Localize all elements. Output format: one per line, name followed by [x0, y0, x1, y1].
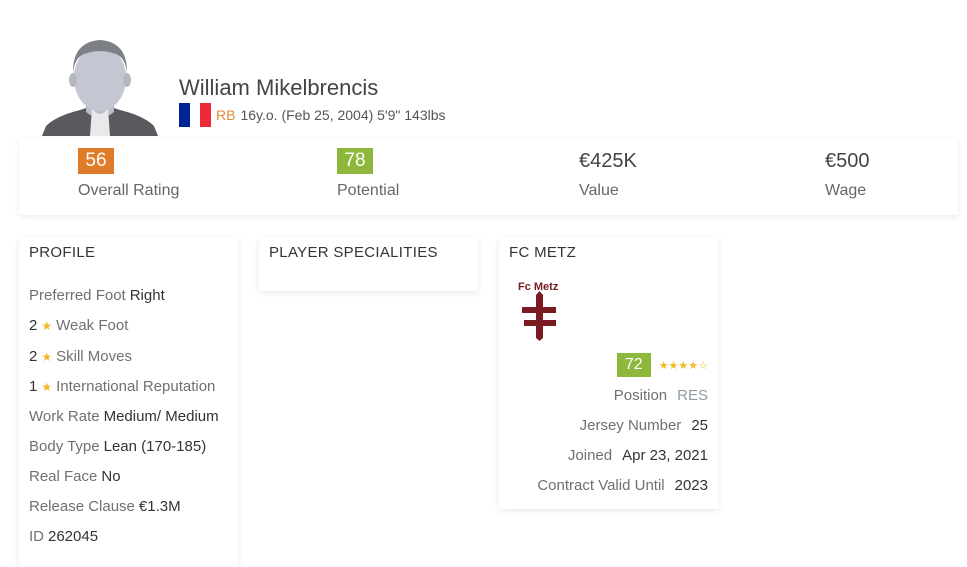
- star-icon: ★: [41, 380, 53, 394]
- jersey-number-value: 25: [691, 417, 708, 434]
- club-rating-row: 72 ★★★★☆: [616, 353, 708, 377]
- potential-stat: 78 Potential: [337, 148, 399, 200]
- skill-moves-row: 2 ★ Skill Moves: [29, 348, 234, 365]
- joined-label: Joined: [567, 447, 613, 464]
- profile-card: PROFILE Preferred Foot Right 2 ★ Weak Foot …: [19, 237, 238, 567]
- weak-foot-label: Weak Foot: [56, 317, 129, 334]
- overall-rating-label: Overall Rating: [78, 182, 180, 199]
- value-label: Value: [579, 182, 619, 199]
- real-face-value: No: [101, 468, 121, 485]
- club-title[interactable]: FC METZ: [509, 244, 576, 261]
- jersey-number-row: Jersey Number 25: [580, 417, 708, 434]
- club-rating-badge: 72: [616, 353, 651, 377]
- club-logo-icon[interactable]: Fc Metz: [515, 279, 567, 341]
- star-icon: ★: [41, 319, 53, 333]
- wage-stat: €500 Wage: [825, 148, 870, 200]
- international-reputation-label: International Reputation: [56, 378, 216, 395]
- skill-moves-label: Skill Moves: [56, 348, 132, 365]
- potential-label: Potential: [337, 182, 400, 199]
- club-position-label: Position: [613, 387, 668, 404]
- contract-valid-until-row: Contract Valid Until 2023: [537, 477, 708, 494]
- release-clause-row: Release Clause €1.3M: [29, 498, 234, 515]
- weak-foot-value: 2: [29, 317, 38, 334]
- wage-amount: €500: [825, 150, 870, 172]
- work-rate-label: Work Rate: [29, 408, 100, 425]
- star-icon: ★: [41, 350, 53, 364]
- club-logo-text: Fc Metz: [518, 281, 559, 293]
- player-position[interactable]: RB: [216, 107, 235, 123]
- joined-value: Apr 23, 2021: [622, 447, 708, 464]
- wage-label: Wage: [825, 182, 867, 199]
- player-meta: RB 16y.o. (Feb 25, 2004) 5'9" 143lbs: [179, 103, 446, 127]
- player-specialities-title: PLAYER SPECIALITIES: [269, 244, 438, 261]
- release-clause-label: Release Clause: [29, 498, 135, 515]
- international-reputation-row: 1 ★ International Reputation: [29, 378, 234, 395]
- work-rate-row: Work Rate Medium/ Medium: [29, 408, 234, 425]
- player-avatar: [42, 36, 158, 136]
- value-stat: €425K Value: [579, 148, 637, 200]
- club-stars-icon: ★★★★☆: [658, 359, 708, 372]
- jersey-number-label: Jersey Number: [579, 417, 682, 434]
- club-position-row: Position RES: [614, 387, 708, 404]
- real-face-label: Real Face: [29, 468, 98, 485]
- player-specialities-card: PLAYER SPECIALITIES: [259, 237, 478, 291]
- real-face-row: Real Face No: [29, 468, 234, 485]
- player-name: William Mikelbrencis: [179, 75, 379, 100]
- body-type-row: Body Type Lean (170-185): [29, 438, 234, 455]
- stats-card: 56 Overall Rating 78 Potential €425K Val…: [19, 138, 958, 215]
- preferred-foot-row: Preferred Foot Right: [29, 287, 234, 304]
- value-amount: €425K: [579, 150, 637, 172]
- profile-title: PROFILE: [29, 244, 96, 261]
- joined-row: Joined Apr 23, 2021: [568, 447, 708, 464]
- club-card: FC METZ Fc Metz 72 ★★★★☆ Position RES Jer…: [499, 237, 718, 509]
- overall-rating-badge: 56: [78, 148, 114, 174]
- id-label: ID: [29, 528, 44, 545]
- id-row: ID 262045: [29, 528, 234, 545]
- weak-foot-row: 2 ★ Weak Foot: [29, 317, 234, 334]
- body-type-value: Lean (170-185): [103, 438, 207, 455]
- body-type-label: Body Type: [29, 438, 100, 455]
- contract-valid-until-value: 2023: [674, 477, 708, 494]
- overall-rating-stat: 56 Overall Rating: [78, 148, 179, 200]
- id-value: 262045: [48, 528, 99, 545]
- release-clause-value: €1.3M: [138, 498, 181, 515]
- international-reputation-value: 1: [29, 378, 38, 395]
- preferred-foot-label: Preferred Foot: [29, 287, 126, 304]
- skill-moves-value: 2: [29, 348, 38, 365]
- club-position-value[interactable]: RES: [677, 387, 708, 404]
- contract-valid-until-label: Contract Valid Until: [537, 477, 665, 494]
- france-flag-icon: [179, 103, 212, 127]
- player-details: 16y.o. (Feb 25, 2004) 5'9" 143lbs: [240, 107, 446, 123]
- work-rate-value: Medium/ Medium: [103, 408, 219, 425]
- potential-badge: 78: [337, 148, 373, 174]
- preferred-foot-value: Right: [129, 287, 165, 304]
